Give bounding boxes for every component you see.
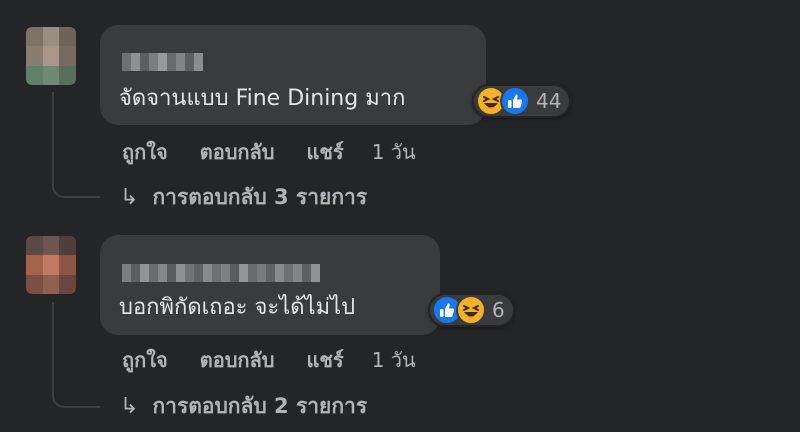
comment-text: จัดจานแบบ Fine Dining มาก (119, 86, 406, 111)
timestamp[interactable]: 1 วัน (372, 344, 416, 376)
replies-count-label: การตอบกลับ 2 รายการ (152, 394, 368, 418)
like-reaction-icon (500, 86, 530, 116)
avatar[interactable] (26, 27, 76, 85)
haha-reaction-icon (456, 295, 486, 325)
comment-actions: ถูกใจ ตอบกลับ แชร์ 1 วัน (122, 136, 416, 168)
commenter-name-redacted[interactable] (122, 53, 203, 71)
replies-count-label: การตอบกลับ 3 รายการ (152, 185, 368, 209)
reply-arrow-icon: ↳ (120, 185, 139, 210)
thread-connector (52, 302, 100, 408)
view-replies-link[interactable]: ↳ การตอบกลับ 3 รายการ (120, 181, 367, 214)
share-button[interactable]: แชร์ (306, 136, 343, 168)
thread-connector (52, 92, 100, 198)
reaction-count: 44 (536, 89, 562, 113)
comment-actions: ถูกใจ ตอบกลับ แชร์ 1 วัน (122, 344, 416, 376)
share-button[interactable]: แชร์ (306, 344, 343, 376)
like-button[interactable]: ถูกใจ (122, 344, 168, 376)
reaction-summary[interactable]: 6 (428, 293, 515, 327)
reply-button[interactable]: ตอบกลับ (200, 344, 275, 376)
reply-button[interactable]: ตอบกลับ (200, 136, 275, 168)
reaction-count: 6 (492, 298, 505, 322)
like-button[interactable]: ถูกใจ (122, 136, 168, 168)
reply-arrow-icon: ↳ (120, 394, 139, 419)
commenter-name-redacted[interactable] (122, 264, 320, 282)
comment-text: บอกพิกัดเถอะ จะได้ไม่ไป (119, 295, 356, 320)
avatar[interactable] (26, 236, 76, 294)
reaction-summary[interactable]: 44 (472, 84, 572, 118)
view-replies-link[interactable]: ↳ การตอบกลับ 2 รายการ (120, 390, 367, 423)
timestamp[interactable]: 1 วัน (372, 136, 416, 168)
comment-thread: จัดจานแบบ Fine Dining มาก 44 ถูกใจ ตอบกล… (0, 0, 800, 432)
